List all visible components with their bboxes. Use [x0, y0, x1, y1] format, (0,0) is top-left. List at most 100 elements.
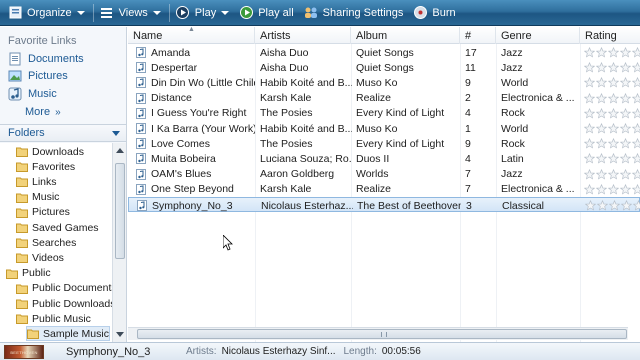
star-icon[interactable]	[631, 153, 640, 164]
star-icon[interactable]	[583, 153, 596, 164]
folder-tree-item[interactable]: Pictures	[16, 205, 70, 220]
scrollbar-thumb[interactable]	[137, 329, 627, 339]
folder-tree-item[interactable]: Searches	[16, 235, 76, 250]
star-icon[interactable]	[595, 107, 608, 119]
star-icon[interactable]	[631, 92, 640, 104]
views-button[interactable]: Views	[96, 2, 167, 24]
star-icon[interactable]	[607, 168, 620, 180]
burn-button[interactable]: Burn	[409, 2, 461, 24]
scrollbar-thumb[interactable]	[115, 163, 125, 259]
star-icon[interactable]	[632, 199, 640, 211]
star-icon[interactable]	[619, 153, 632, 164]
star-icon[interactable]	[584, 199, 597, 211]
star-icon[interactable]	[619, 107, 632, 119]
folder-tree-item[interactable]: Favorites	[16, 159, 75, 174]
star-icon[interactable]	[595, 122, 608, 134]
folder-tree-item[interactable]: Public Downloads	[16, 296, 112, 311]
star-icon[interactable]	[619, 46, 632, 58]
horizontal-scrollbar[interactable]	[128, 327, 628, 340]
scroll-up-arrow-icon[interactable]	[116, 148, 124, 153]
rating-stars[interactable]	[583, 122, 640, 134]
folder-tree-item[interactable]: Sample Music	[26, 326, 110, 342]
star-icon[interactable]	[607, 153, 620, 164]
star-icon[interactable]	[620, 199, 633, 211]
scroll-down-arrow-icon[interactable]	[116, 332, 124, 337]
table-row[interactable]: I Ka Barra (Your Work) Habib Koité and B.…	[128, 121, 640, 136]
table-row[interactable]: I Guess You're Right The Posies Every Kind…	[128, 106, 640, 121]
folder-tree-item[interactable]: Public	[6, 266, 51, 281]
table-row[interactable]: Amanda Aisha Duo Quiet Songs 17 Jazz	[128, 45, 640, 60]
folder-tree-item[interactable]: Videos	[16, 250, 64, 265]
star-icon[interactable]	[619, 122, 632, 134]
folder-tree-item[interactable]: Public Music	[16, 311, 91, 326]
star-icon[interactable]	[607, 92, 620, 104]
star-icon[interactable]	[595, 168, 608, 180]
column-header-track-number[interactable]: #	[460, 27, 496, 44]
star-icon[interactable]	[595, 46, 608, 58]
rating-stars[interactable]	[583, 138, 640, 149]
star-icon[interactable]	[583, 107, 596, 119]
star-icon[interactable]	[583, 122, 596, 134]
star-icon[interactable]	[619, 77, 632, 88]
rating-stars[interactable]	[583, 77, 640, 88]
rating-stars[interactable]	[583, 92, 640, 104]
star-icon[interactable]	[607, 122, 620, 134]
folder-tree-item[interactable]: Public Documents	[16, 281, 112, 296]
star-icon[interactable]	[619, 168, 632, 180]
table-row[interactable]: Despertar Aisha Duo Quiet Songs 11 Jazz	[128, 60, 640, 75]
star-icon[interactable]	[608, 199, 621, 211]
folder-tree-item[interactable]: Downloads	[16, 144, 84, 159]
column-header-artists[interactable]: Artists	[255, 27, 351, 44]
folder-tree-item[interactable]: Saved Games	[16, 220, 99, 235]
star-icon[interactable]	[595, 138, 608, 149]
star-icon[interactable]	[595, 153, 608, 164]
star-icon[interactable]	[631, 183, 640, 195]
star-icon[interactable]	[583, 138, 596, 149]
rating-stars[interactable]	[584, 199, 640, 211]
rating-stars[interactable]	[583, 168, 640, 180]
rating-stars[interactable]	[583, 107, 640, 119]
star-icon[interactable]	[631, 77, 640, 88]
rating-stars[interactable]	[583, 153, 640, 164]
table-row[interactable]: Muita Bobeira Luciana Souza; Ro... Duos II…	[128, 151, 640, 166]
column-header-genre[interactable]: Genre	[496, 27, 580, 44]
table-row[interactable]: Love Comes The Posies Every Kind of Light 9…	[128, 136, 640, 151]
star-icon[interactable]	[631, 62, 640, 73]
star-icon[interactable]	[619, 183, 632, 195]
star-icon[interactable]	[595, 77, 608, 88]
folders-header[interactable]: Folders	[0, 124, 126, 142]
column-header-name[interactable]: Name ▲	[128, 26, 255, 44]
star-icon[interactable]	[631, 46, 640, 58]
favorite-link-pictures[interactable]: Pictures	[8, 68, 68, 84]
star-icon[interactable]	[607, 77, 620, 88]
folder-tree-scrollbar[interactable]	[112, 143, 126, 342]
sharing-settings-button[interactable]: Sharing Settings	[300, 2, 410, 24]
star-icon[interactable]	[619, 62, 632, 73]
rating-stars[interactable]	[583, 183, 640, 195]
star-icon[interactable]	[631, 138, 640, 149]
table-row[interactable]: Symphony_No_3 Nicolaus Esterhaz... The Bes…	[128, 197, 640, 212]
star-icon[interactable]	[583, 77, 596, 88]
play-button[interactable]: Play	[172, 2, 235, 24]
folder-tree-item[interactable]: Music	[16, 190, 59, 205]
star-icon[interactable]	[583, 46, 596, 58]
more-link[interactable]: More »	[25, 106, 61, 118]
column-header-album[interactable]: Album	[351, 27, 460, 44]
star-icon[interactable]	[583, 62, 596, 73]
organize-button[interactable]: Organize	[4, 2, 91, 24]
table-row[interactable]: OAM's Blues Aaron Goldberg Worlds 7 Jazz	[128, 167, 640, 182]
table-row[interactable]: Din Din Wo (Little Child) Habib Koité and…	[128, 75, 640, 90]
star-icon[interactable]	[583, 183, 596, 195]
rating-stars[interactable]	[583, 46, 640, 58]
star-icon[interactable]	[596, 199, 609, 211]
star-icon[interactable]	[619, 92, 632, 104]
star-icon[interactable]	[583, 92, 596, 104]
folder-tree-item[interactable]: Links	[16, 174, 57, 189]
star-icon[interactable]	[631, 122, 640, 134]
star-icon[interactable]	[595, 92, 608, 104]
star-icon[interactable]	[607, 183, 620, 195]
star-icon[interactable]	[607, 46, 620, 58]
star-icon[interactable]	[595, 62, 608, 73]
star-icon[interactable]	[583, 168, 596, 180]
star-icon[interactable]	[631, 107, 640, 119]
